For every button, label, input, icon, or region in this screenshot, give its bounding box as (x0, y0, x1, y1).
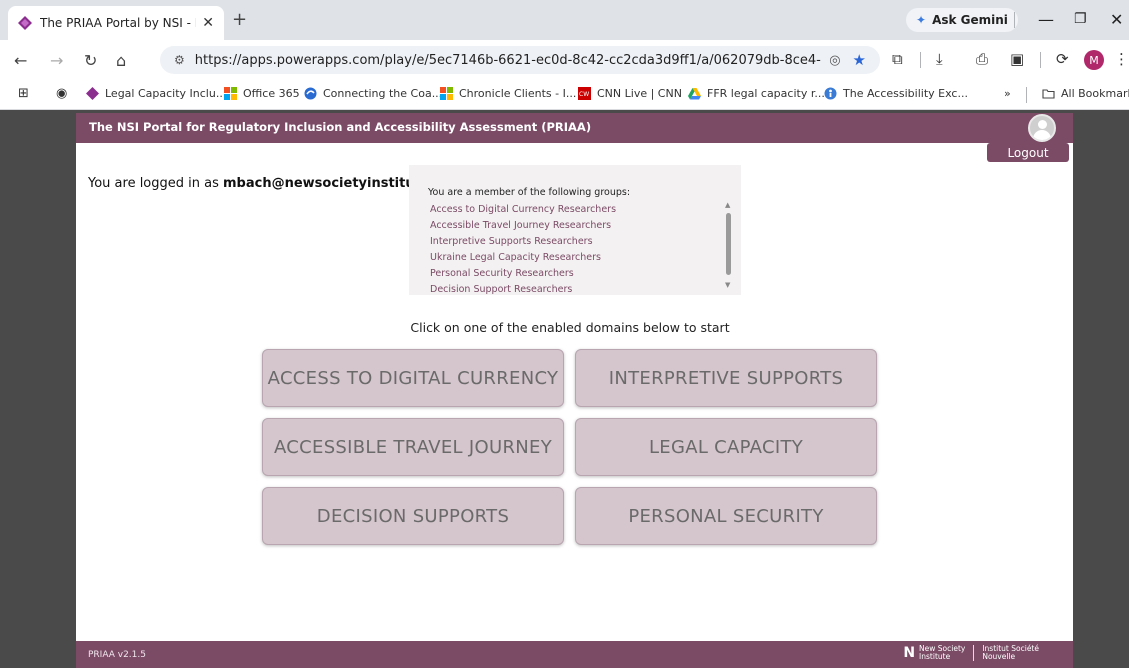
list-item: Decision Support Researchers (430, 284, 573, 295)
toolbar-divider (1040, 52, 1041, 68)
sync-icon[interactable]: ⟳ (1056, 50, 1069, 68)
diamond-icon (86, 87, 99, 100)
forward-icon[interactable]: → (50, 51, 63, 70)
list-item: Interpretive Supports Researchers (430, 236, 593, 247)
list-item: Personal Security Researchers (430, 268, 574, 279)
download-icon[interactable]: ⤓ (936, 50, 943, 68)
domain-button-personal-security[interactable]: PERSONAL SECURITY (575, 487, 877, 545)
accessibility-icon (824, 87, 837, 100)
toolbar-divider (1026, 87, 1027, 103)
back-icon[interactable]: ← (14, 51, 27, 70)
bookmark-chronicle-clients[interactable]: Chronicle Clients - I... (440, 87, 576, 100)
tracking-eye-icon[interactable]: ◎ (829, 53, 840, 68)
list-item: Ukraine Legal Capacity Researchers (430, 252, 601, 263)
restore-icon[interactable]: ❐ (1074, 11, 1087, 27)
groups-scrollbar[interactable]: ▲ ▼ (723, 201, 733, 293)
app-header: The NSI Portal for Regulatory Inclusion … (76, 113, 1073, 143)
domain-button-access-to-digital-currency[interactable]: ACCESS TO DIGITAL CURRENCY (262, 349, 564, 407)
list-item: Accessible Travel Journey Researchers (430, 220, 612, 231)
ask-gemini-button[interactable]: ✦ Ask Gemini (906, 8, 1018, 32)
new-tab-button[interactable]: + (232, 9, 247, 30)
logged-in-status: You are logged in as mbach@newsocietyins… (88, 176, 452, 191)
site-settings-icon[interactable]: ⚙ (174, 53, 185, 67)
logout-button[interactable]: Logout (987, 143, 1069, 162)
close-window-icon[interactable]: ✕ (1110, 10, 1123, 29)
home-icon[interactable]: ⌂ (116, 51, 126, 70)
cast-icon[interactable]: ▣ (1010, 50, 1024, 68)
bookmarks-bar: ⊞ ◉ Legal Capacity Inclu... Office 365 C… (0, 80, 1129, 110)
profile-avatar[interactable]: M (1084, 50, 1104, 70)
extensions-icon[interactable]: ⧉ (892, 50, 903, 68)
nsi-logo-mark-icon: N (903, 645, 915, 661)
domain-button-decision-supports[interactable]: DECISION SUPPORTS (262, 487, 564, 545)
browser-address-bar: ← → ↻ ⌂ ⚙ https://apps.powerapps.com/pla… (0, 40, 1129, 80)
more-bookmarks-button[interactable]: » (1004, 87, 1011, 100)
chrome-logo-icon[interactable]: ◉ (56, 86, 67, 101)
powerapps-diamond-icon (18, 16, 32, 30)
office-icon (440, 87, 453, 100)
domain-button-legal-capacity[interactable]: LEGAL CAPACITY (575, 418, 877, 476)
domain-button-accessible-travel-journey[interactable]: ACCESSIBLE TRAVEL JOURNEY (262, 418, 564, 476)
groups-panel: You are a member of the following groups… (409, 165, 741, 295)
bookmark-accessibility-exchange[interactable]: The Accessibility Exc... (824, 87, 968, 100)
bookmark-star-icon[interactable]: ★ (853, 51, 866, 69)
url-field[interactable]: ⚙ https://apps.powerapps.com/play/e/5ec7… (160, 46, 880, 74)
user-avatar-icon[interactable] (1028, 114, 1056, 142)
scroll-up-icon[interactable]: ▲ (725, 201, 730, 209)
bookmark-cnn-live[interactable]: CW CNN Live | CNN (578, 87, 682, 100)
minimize-icon[interactable]: — (1038, 10, 1054, 29)
list-item: Access to Digital Currency Researchers (430, 204, 617, 215)
toolbar-divider (920, 52, 921, 68)
gemini-sparkle-icon: ✦ (916, 13, 927, 27)
browser-tab[interactable]: The PRIAA Portal by NSI - Powe ✕ (8, 6, 224, 40)
scrollbar-thumb[interactable] (726, 213, 731, 275)
version-label: PRIAA v2.1.5 (88, 650, 146, 660)
groups-heading: You are a member of the following groups… (428, 187, 631, 198)
menu-dots-icon[interactable]: ⋮ (1114, 50, 1129, 68)
app-title: The NSI Portal for Regulatory Inclusion … (89, 120, 592, 134)
drive-icon (688, 88, 701, 100)
reload-icon[interactable]: ↻ (84, 51, 97, 70)
tab-close-icon[interactable]: ✕ (202, 15, 214, 31)
print-icon[interactable]: ⎙ (976, 50, 988, 68)
bookmark-connecting-the-coa[interactable]: Connecting the Coa... (304, 87, 442, 100)
nsi-logo: N New Society Institute Institut Société N… (903, 644, 1039, 661)
all-bookmarks-button[interactable]: All Bookmarks (1042, 87, 1129, 100)
apps-grid-icon[interactable]: ⊞ (18, 86, 29, 101)
tab-title: The PRIAA Portal by NSI - Powe (40, 16, 196, 30)
groups-list: Access to Digital Currency Researchers A… (430, 202, 616, 295)
svg-text:CW: CW (579, 91, 589, 98)
app-footer: PRIAA v2.1.5 N New Society Institute Inst… (76, 641, 1073, 668)
scroll-down-icon[interactable]: ▼ (725, 281, 730, 289)
office-icon (224, 87, 237, 100)
domain-button-interpretive-supports[interactable]: INTERPRETIVE SUPPORTS (575, 349, 877, 407)
instruction-text: Click on one of the enabled domains belo… (410, 320, 730, 335)
bookmark-office-365[interactable]: Office 365 (224, 87, 300, 100)
browser-tab-bar: The PRIAA Portal by NSI - Powe ✕ + ✦ Ask… (0, 0, 1129, 40)
bookmark-ffr-legal-capacity[interactable]: FFR legal capacity r... (688, 87, 825, 100)
edge-icon (304, 87, 317, 100)
folder-icon (1042, 89, 1055, 99)
bookmark-legal-capacity[interactable]: Legal Capacity Inclu... (86, 87, 226, 100)
toolbar-divider (1014, 12, 1015, 28)
url-text: https://apps.powerapps.com/play/e/5ec714… (194, 52, 821, 68)
cnn-icon: CW (578, 87, 591, 100)
